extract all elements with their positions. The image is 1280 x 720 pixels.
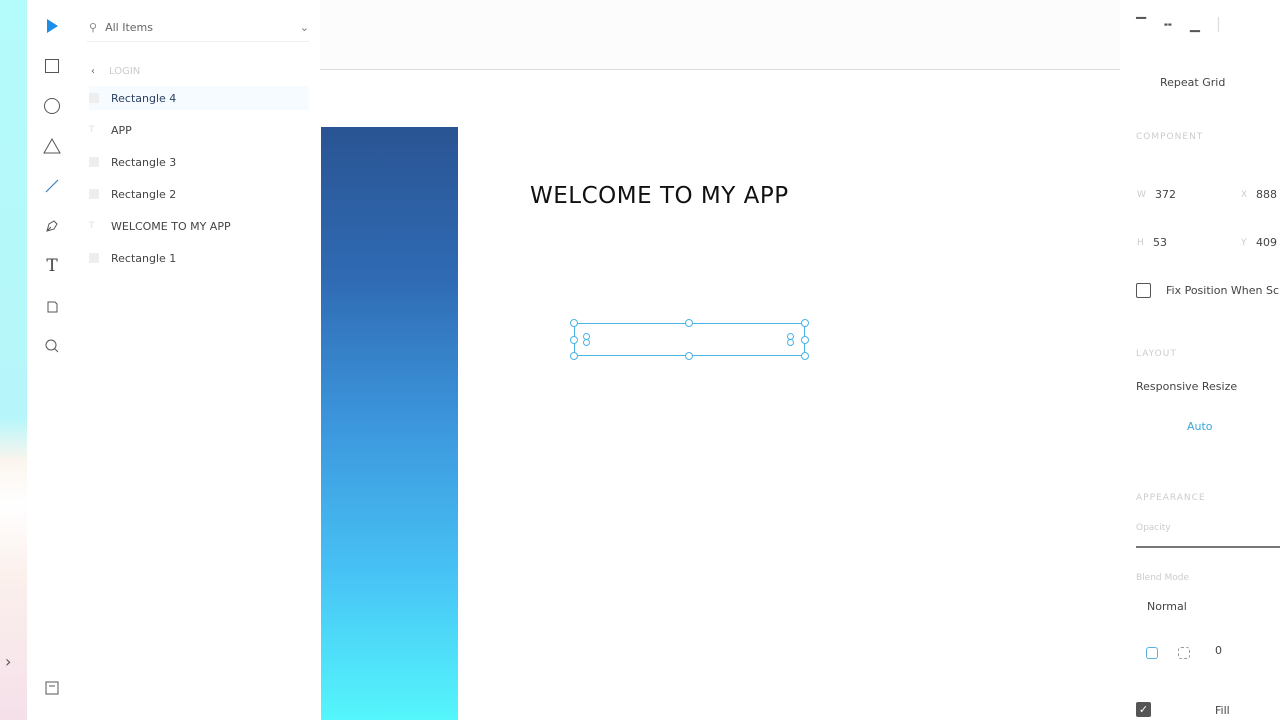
corner-radius-field[interactable]: 0: [1215, 644, 1222, 657]
text-icon: T: [89, 125, 95, 135]
resize-handle[interactable]: [570, 336, 578, 344]
component-label: COMPONENT: [1136, 132, 1204, 142]
layers-panel: ⚲ All Items ⌄ ‹ LOGIN Rectangle 4 T APP R…: [77, 0, 320, 720]
tool-bar: T: [27, 0, 77, 720]
fill-checkbox[interactable]: ✓: [1136, 702, 1151, 717]
select-tool-icon[interactable]: [41, 15, 63, 37]
fix-position-label: Fix Position When Scr: [1166, 284, 1280, 297]
y-field[interactable]: 409: [1256, 236, 1277, 249]
width-field[interactable]: 372: [1155, 188, 1176, 201]
x-label: X: [1241, 190, 1249, 200]
rectangle-icon: [89, 93, 99, 103]
align-middle-icon[interactable]: ╍: [1164, 18, 1172, 33]
width-label: W: [1137, 190, 1147, 200]
rectangle-icon: [89, 157, 99, 167]
rectangle-tool-icon[interactable]: [41, 55, 63, 77]
resize-handle[interactable]: [685, 319, 693, 327]
corner-radius-handle[interactable]: [583, 339, 590, 346]
rectangle-icon: [89, 189, 99, 199]
corner-radius-handle[interactable]: [787, 339, 794, 346]
zoom-tool-icon[interactable]: [41, 335, 63, 357]
responsive-resize-label: Responsive Resize: [1136, 380, 1238, 393]
breadcrumb[interactable]: ‹ LOGIN: [91, 66, 140, 77]
blend-mode-label: Blend Mode: [1136, 573, 1190, 583]
uniform-corner-icon[interactable]: [1146, 647, 1158, 659]
resize-handle[interactable]: [801, 336, 809, 344]
blend-mode-select[interactable]: Normal: [1147, 600, 1187, 613]
rectangle-icon: [89, 253, 99, 263]
search-icon: ⚲: [89, 21, 98, 34]
gradient-rectangle[interactable]: [321, 127, 458, 720]
layer-item[interactable]: Rectangle 2: [89, 182, 309, 206]
opacity-label: Opacity: [1136, 523, 1171, 533]
layers-search[interactable]: ⚲ All Items ⌄: [87, 14, 309, 42]
appearance-label: APPEARANCE: [1136, 493, 1206, 503]
panel-toggle-icon[interactable]: [41, 677, 63, 699]
per-corner-icon[interactable]: [1178, 647, 1190, 659]
layout-label: LAYOUT: [1136, 349, 1177, 359]
text-tool-icon[interactable]: T: [41, 255, 63, 277]
layer-item[interactable]: Rectangle 3: [89, 150, 309, 174]
resize-handle[interactable]: [801, 319, 809, 327]
welcome-heading[interactable]: WELCOME TO MY APP: [530, 183, 789, 209]
align-bottom-icon[interactable]: ▁: [1190, 18, 1200, 33]
x-field[interactable]: 888: [1256, 188, 1277, 201]
expand-arrow-icon[interactable]: ›: [5, 652, 11, 671]
artboard-top-area: [320, 0, 1120, 70]
artboard-tool-icon[interactable]: [41, 295, 63, 317]
height-label: H: [1137, 238, 1145, 248]
fill-label: Fill: [1215, 704, 1230, 717]
layer-item[interactable]: Rectangle 1: [89, 246, 309, 270]
opacity-slider[interactable]: [1136, 546, 1280, 548]
resize-handle[interactable]: [685, 352, 693, 360]
line-tool-icon[interactable]: [41, 175, 63, 197]
height-field[interactable]: 53: [1153, 236, 1167, 249]
property-inspector: ▔ ╍ ▁ ▏ Repeat Grid COMPONENT W 372 X 88…: [1120, 0, 1280, 720]
back-icon[interactable]: ‹: [91, 66, 95, 77]
chevron-down-icon[interactable]: ⌄: [300, 21, 309, 34]
align-top-icon[interactable]: ▔: [1136, 18, 1146, 33]
resize-handle[interactable]: [801, 352, 809, 360]
desktop-background: [0, 0, 27, 720]
ellipse-tool-icon[interactable]: [41, 95, 63, 117]
polygon-tool-icon[interactable]: [41, 135, 63, 157]
repeat-grid-button[interactable]: Repeat Grid: [1160, 76, 1225, 89]
y-label: Y: [1241, 238, 1248, 248]
text-icon: T: [89, 221, 95, 231]
layer-item[interactable]: T APP: [89, 118, 309, 142]
layer-item[interactable]: Rectangle 4: [89, 86, 309, 110]
fix-position-checkbox[interactable]: [1136, 283, 1151, 298]
resize-handle[interactable]: [570, 352, 578, 360]
distribute-icon[interactable]: ▏: [1218, 18, 1228, 33]
auto-button[interactable]: Auto: [1187, 420, 1213, 433]
pen-tool-icon[interactable]: [41, 215, 63, 237]
search-placeholder: All Items: [105, 21, 153, 34]
resize-handle[interactable]: [570, 319, 578, 327]
layer-item[interactable]: T WELCOME TO MY APP: [89, 214, 309, 238]
